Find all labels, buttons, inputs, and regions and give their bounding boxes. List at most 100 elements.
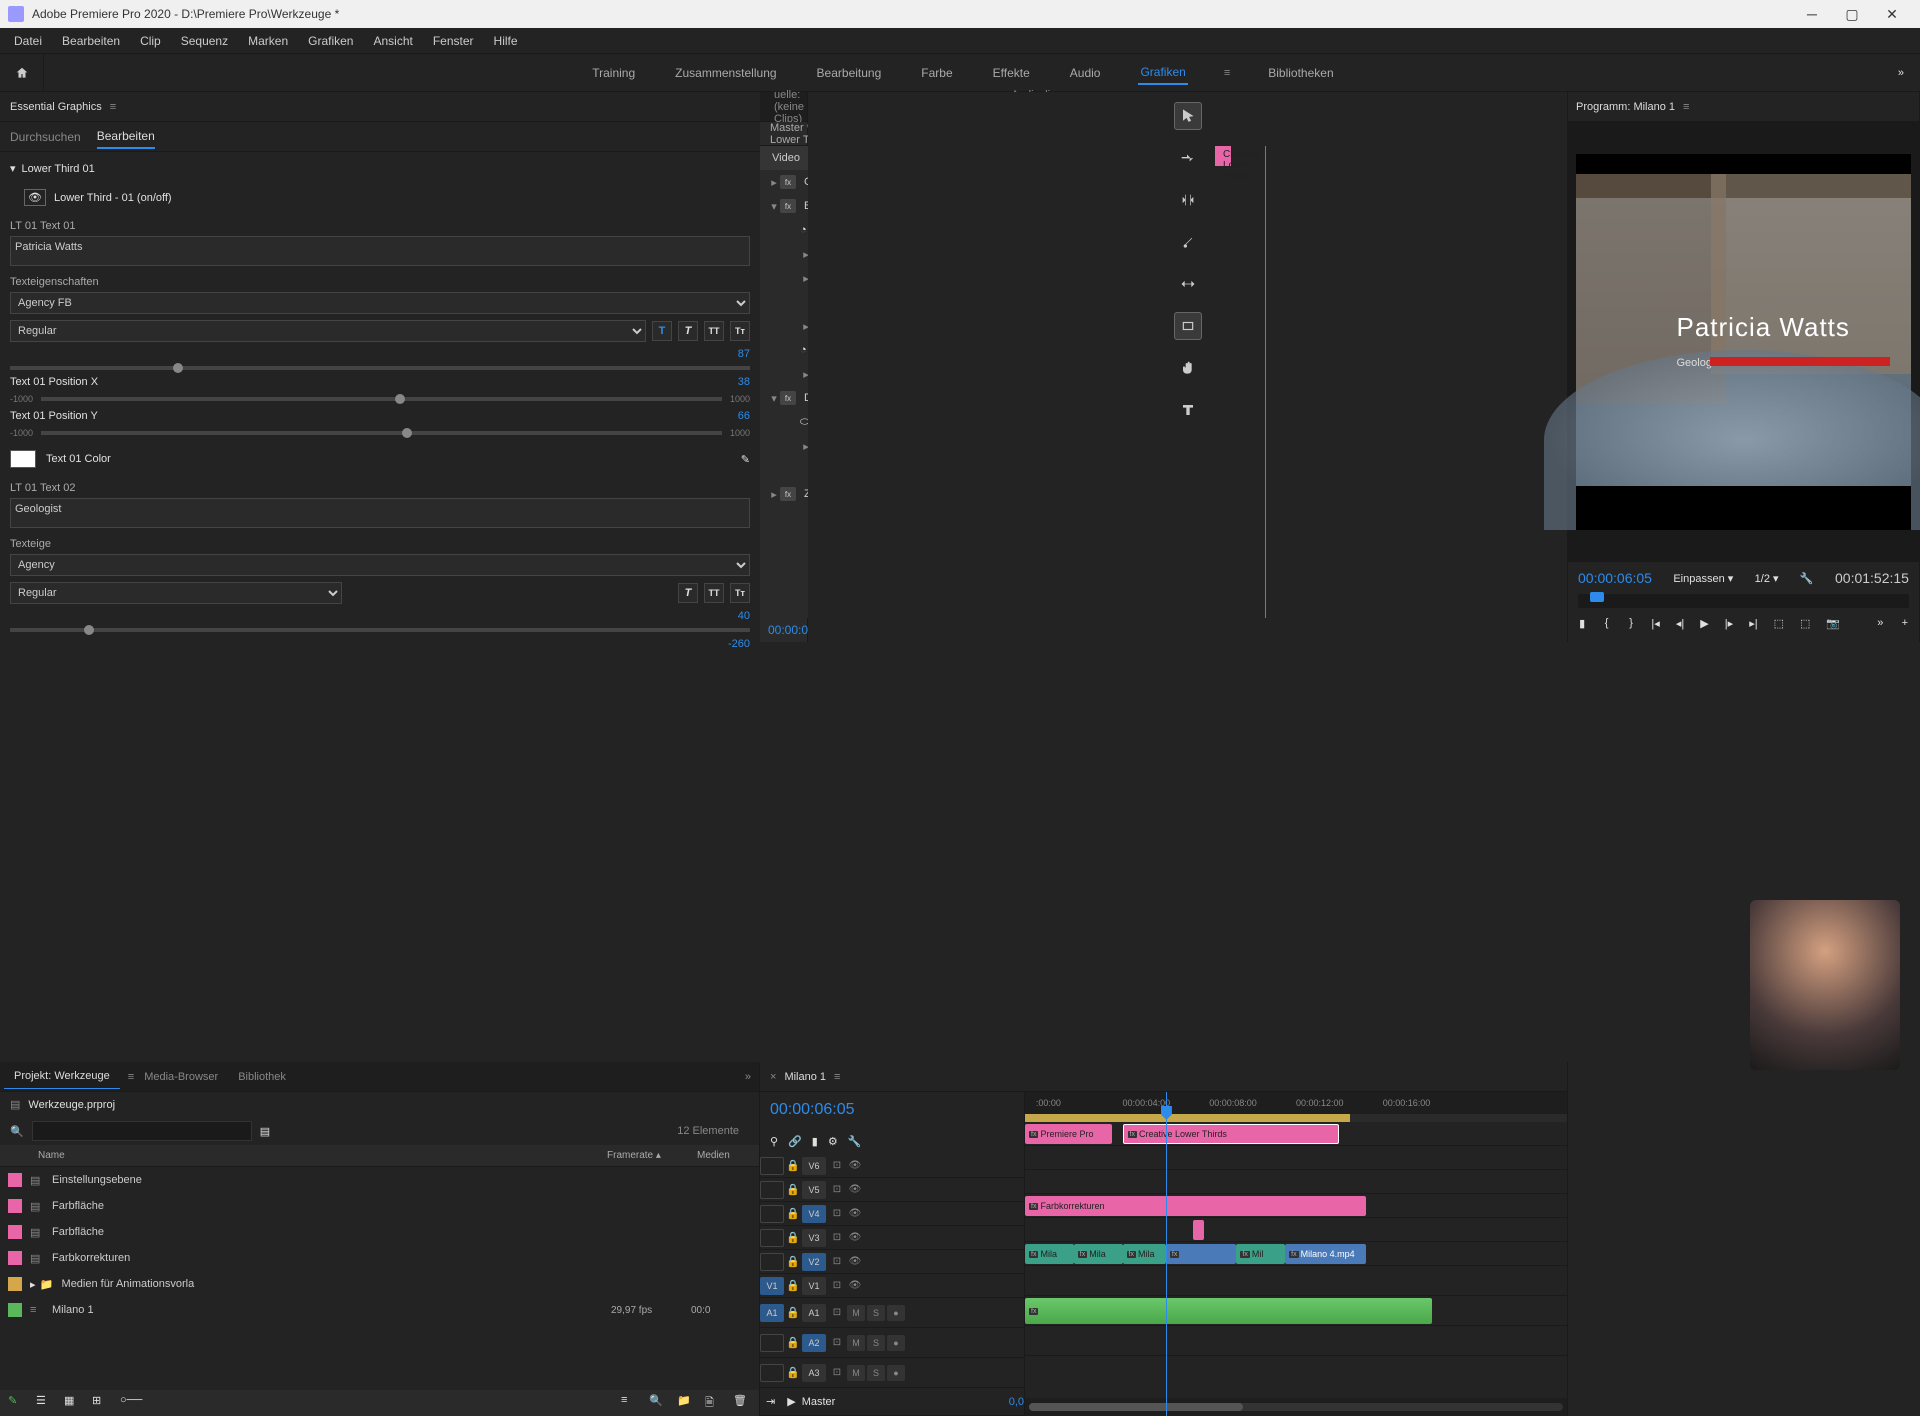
- eg-text02-input[interactable]: [10, 498, 750, 528]
- resolution-dropdown[interactable]: 1/2 ▾: [1755, 572, 1779, 585]
- eg-layer-row[interactable]: 👁 Lower Third - 01 (on/off): [10, 185, 750, 210]
- fx-badge[interactable]: fx: [780, 175, 796, 189]
- track-v5[interactable]: [1025, 1146, 1567, 1170]
- fit-dropdown[interactable]: Einpassen ▾: [1673, 572, 1733, 585]
- eg-section-lower-third[interactable]: ▾ Lower Third 01: [10, 162, 750, 175]
- eg-posy-value[interactable]: 66: [738, 410, 750, 422]
- eg-posx-slider[interactable]: [41, 397, 722, 401]
- add-button[interactable]: +: [1901, 612, 1909, 634]
- snap-icon[interactable]: ⚲: [770, 1135, 778, 1148]
- workspace-menu-icon[interactable]: ≡: [1224, 67, 1230, 79]
- mark-out-button[interactable]: }: [1627, 612, 1635, 634]
- workspace-training[interactable]: Training: [590, 62, 637, 84]
- eg-allcaps2-button[interactable]: TT: [704, 583, 724, 603]
- clip-farbkorrekturen[interactable]: fxFarbkorrekturen: [1025, 1196, 1366, 1216]
- clip-audio[interactable]: fx: [1025, 1298, 1432, 1324]
- list-item[interactable]: ▤Farbfläche: [0, 1193, 759, 1219]
- timeline-tab[interactable]: Milano 1: [784, 1071, 826, 1083]
- menu-marken[interactable]: Marken: [238, 30, 298, 52]
- rectangle-tool[interactable]: [1174, 312, 1202, 340]
- freeform-view-icon[interactable]: ⊞: [92, 1394, 110, 1412]
- settings-icon[interactable]: ⚙: [828, 1135, 838, 1148]
- track-head-a3[interactable]: 🔒A3⊡MS●: [760, 1358, 1024, 1388]
- automate-icon[interactable]: ≡: [621, 1394, 639, 1412]
- timeline-playhead[interactable]: [1166, 1092, 1167, 1416]
- menu-clip[interactable]: Clip: [130, 30, 171, 52]
- fx-badge[interactable]: fx: [780, 391, 796, 405]
- track-select-tool[interactable]: [1174, 144, 1202, 172]
- go-to-in-button[interactable]: |◂: [1651, 612, 1659, 634]
- track-v2[interactable]: [1025, 1218, 1567, 1242]
- eg-italic2-button[interactable]: T: [678, 583, 698, 603]
- step-forward-button[interactable]: |▸: [1725, 612, 1733, 634]
- track-head-a1[interactable]: A1🔒A1⊡MS●: [760, 1298, 1024, 1328]
- eg-font-select[interactable]: Agency FB: [10, 292, 750, 314]
- fx-badge[interactable]: fx: [780, 487, 796, 501]
- timeline-ruler[interactable]: :00:00 00:00:04:00 00:00:08:00 00:00:12:…: [1025, 1092, 1567, 1114]
- extract-button[interactable]: ⬚: [1800, 612, 1810, 634]
- track-a1[interactable]: [1025, 1266, 1567, 1296]
- list-item[interactable]: ≡Milano 129,97 fps00:0: [0, 1297, 759, 1323]
- settings-icon[interactable]: 🔧: [1800, 572, 1814, 585]
- list-view-icon[interactable]: ☰: [36, 1394, 54, 1412]
- selection-tool[interactable]: [1174, 102, 1202, 130]
- clip-v2[interactable]: [1193, 1220, 1204, 1240]
- maximize-button[interactable]: ▢: [1832, 0, 1872, 28]
- eye-icon[interactable]: 👁: [24, 189, 46, 206]
- eg-smallcaps-button[interactable]: Tᴛ: [730, 321, 750, 341]
- eyedropper-icon[interactable]: ✎: [741, 453, 750, 466]
- eg-weight2-select[interactable]: Regular: [10, 582, 342, 604]
- panel-overflow-icon[interactable]: »: [737, 1071, 759, 1083]
- stopwatch-icon[interactable]: ◔: [800, 344, 807, 356]
- track-head-v6[interactable]: 🔒V6⊡👁: [760, 1154, 1024, 1178]
- pen-icon[interactable]: ✎: [8, 1394, 26, 1412]
- menu-sequenz[interactable]: Sequenz: [171, 30, 238, 52]
- program-scrubber[interactable]: [1578, 594, 1909, 608]
- track-v6[interactable]: fxPremiere Pro fxCreative Lower Thirds: [1025, 1122, 1567, 1146]
- minimize-button[interactable]: ─: [1792, 0, 1832, 28]
- eg-smallcaps2-button[interactable]: Tᴛ: [730, 583, 750, 603]
- close-tab-icon[interactable]: ×: [770, 1071, 776, 1083]
- zoom-slider[interactable]: ○──: [120, 1394, 138, 1412]
- track-head-v5[interactable]: 🔒V5⊡👁: [760, 1178, 1024, 1202]
- track-head-v4[interactable]: 🔒V4⊡👁: [760, 1202, 1024, 1226]
- workspace-bibliotheken[interactable]: Bibliotheken: [1266, 62, 1335, 84]
- timeline-timecode[interactable]: 00:00:06:05: [770, 1101, 855, 1119]
- eg-text01-input[interactable]: [10, 236, 750, 266]
- wrench-icon[interactable]: 🔧: [848, 1135, 862, 1148]
- workspace-grafiken[interactable]: Grafiken: [1138, 61, 1187, 85]
- razor-tool[interactable]: [1174, 228, 1202, 256]
- program-menu-icon[interactable]: ≡: [1683, 101, 1689, 113]
- track-v3[interactable]: fxFarbkorrekturen: [1025, 1194, 1567, 1218]
- col-medien[interactable]: Medien: [689, 1150, 759, 1161]
- step-back-button[interactable]: ◂|: [1676, 612, 1684, 634]
- project-list[interactable]: ▤Einstellungsebene ▤Farbfläche ▤Farbfläc…: [0, 1167, 759, 1390]
- track-head-v3[interactable]: 🔒V3⊡👁: [760, 1226, 1024, 1250]
- program-timecode[interactable]: 00:00:06:05: [1578, 570, 1652, 586]
- slip-tool[interactable]: [1174, 270, 1202, 298]
- eg-allcaps-button[interactable]: TT: [704, 321, 724, 341]
- tab-media-browser[interactable]: Media-Browser: [134, 1065, 228, 1089]
- fx-badge[interactable]: fx: [780, 199, 796, 213]
- tab-bibliothek[interactable]: Bibliothek: [228, 1065, 296, 1089]
- workspace-effekte[interactable]: Effekte: [991, 62, 1032, 84]
- list-item[interactable]: ▤Einstellungsebene: [0, 1167, 759, 1193]
- eg-posy-slider[interactable]: [41, 431, 722, 435]
- eg-tab-durchsuchen[interactable]: Durchsuchen: [10, 126, 81, 148]
- menu-fenster[interactable]: Fenster: [423, 30, 484, 52]
- timeline-workarea[interactable]: [1025, 1114, 1567, 1122]
- list-item[interactable]: ▤Farbfläche: [0, 1219, 759, 1245]
- workspace-bearbeitung[interactable]: Bearbeitung: [815, 62, 884, 84]
- button-editor[interactable]: »: [1876, 612, 1884, 634]
- add-marker-button[interactable]: ▮: [1578, 612, 1586, 634]
- list-item[interactable]: ▤Farbkorrekturen: [0, 1245, 759, 1271]
- close-button[interactable]: ✕: [1872, 0, 1912, 28]
- menu-bearbeiten[interactable]: Bearbeiten: [52, 30, 130, 52]
- track-a2[interactable]: fx: [1025, 1296, 1567, 1326]
- tab-projekt[interactable]: Projekt: Werkzeuge: [4, 1064, 120, 1089]
- clip-mil[interactable]: fxMil: [1236, 1244, 1285, 1264]
- expand-icon[interactable]: ⇥: [760, 1395, 781, 1408]
- eg-weight-select[interactable]: Regular: [10, 320, 646, 342]
- menu-datei[interactable]: Datei: [4, 30, 52, 52]
- ec-playhead[interactable]: [1265, 146, 1266, 618]
